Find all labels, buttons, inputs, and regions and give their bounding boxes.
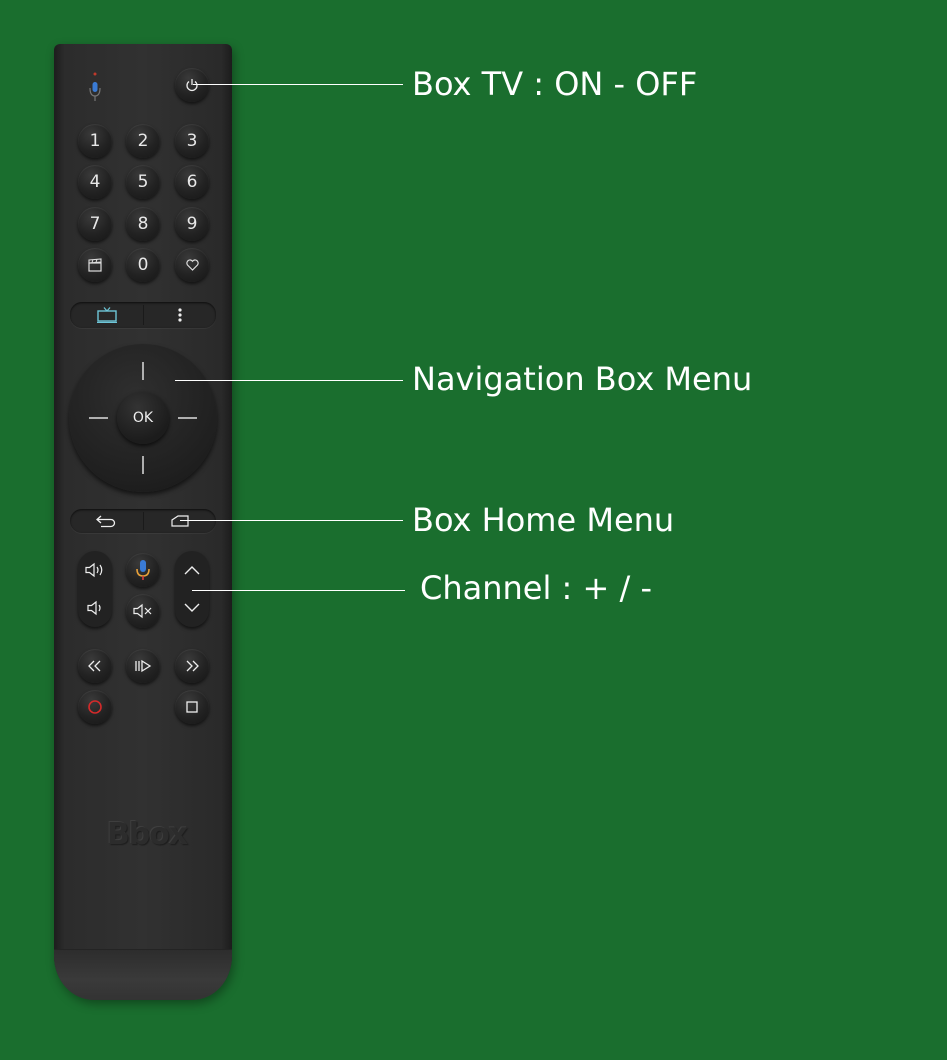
mute-icon [133,603,152,619]
volume-up-icon [85,562,103,578]
power-icon [186,79,198,92]
volume-rocker [78,551,112,627]
up-mark-icon [142,362,144,380]
stop-button[interactable] [175,690,209,724]
brand-logo: Bbox [106,817,188,852]
home-button[interactable] [144,509,216,533]
options-button[interactable] [144,302,216,328]
dpad-down-button[interactable] [133,454,153,478]
stop-icon [186,701,198,713]
right-mark-icon [178,417,197,419]
power-callout-label: Box TV : ON - OFF [412,65,698,103]
ok-button[interactable]: OK [117,392,169,444]
home-icon [171,515,189,527]
play-pause-icon [135,659,152,673]
vod-button[interactable] [78,248,112,282]
channel-rocker [175,551,209,627]
dpad-right-button[interactable] [175,408,203,428]
fast-forward-icon [186,660,199,672]
navigation-callout-label: Navigation Box Menu [412,360,753,398]
chevron-up-icon [184,566,200,575]
digit-0-button[interactable]: 0 [126,248,160,282]
record-icon [88,700,102,714]
channel-callout-label: Channel : + / - [420,569,652,607]
tv-options-bar [70,302,216,328]
home-callout-label: Box Home Menu [412,501,675,539]
digit-6-button[interactable]: 6 [175,165,209,199]
more-vertical-icon [178,308,182,322]
channel-callout-line [192,590,405,591]
favorite-button[interactable] [175,248,209,282]
back-arrow-icon [95,515,115,528]
remote-infographic: 1 2 3 4 5 6 7 8 9 0 OK Bbox Box TV: ON … [0,0,947,1060]
rewind-icon [88,660,101,672]
digit-5-button[interactable]: 5 [126,165,160,199]
channel-up-button[interactable] [175,551,209,589]
back-button[interactable] [70,509,143,533]
digit-3-button[interactable]: 3 [175,124,209,158]
dpad-up-button[interactable] [133,358,153,382]
down-mark-icon [142,456,144,474]
mic-indicator-icon [87,72,103,104]
volume-down-icon [87,600,101,616]
volume-up-button[interactable] [78,551,112,589]
fast-forward-button[interactable] [175,649,209,683]
mute-button[interactable] [126,594,160,628]
digit-2-button[interactable]: 2 [126,124,160,158]
power-callout-line [193,84,403,85]
left-mark-icon [89,417,108,419]
microphone-icon [136,560,150,580]
chevron-down-icon [184,603,200,612]
power-button[interactable] [175,68,209,102]
digit-1-button[interactable]: 1 [78,124,112,158]
play-pause-button[interactable] [126,649,160,683]
tv-icon [96,307,117,323]
digit-9-button[interactable]: 9 [175,207,209,241]
channel-down-button[interactable] [175,589,209,627]
remote-control: 1 2 3 4 5 6 7 8 9 0 OK Bbox [54,44,232,1000]
back-home-bar [70,509,216,533]
remote-bottom-edge [54,949,232,1000]
navigation-callout-line [175,380,403,381]
rewind-button[interactable] [78,649,112,683]
digit-4-button[interactable]: 4 [78,165,112,199]
record-button[interactable] [78,690,112,724]
clapperboard-icon [88,258,102,272]
voice-search-button[interactable] [126,553,160,587]
digit-7-button[interactable]: 7 [78,207,112,241]
digit-8-button[interactable]: 8 [126,207,160,241]
tv-button[interactable] [70,302,143,328]
volume-down-button[interactable] [78,589,112,627]
navigation-pad: OK [69,344,217,492]
dpad-left-button[interactable] [83,408,111,428]
heart-icon [185,259,199,271]
home-callout-line [180,520,403,521]
